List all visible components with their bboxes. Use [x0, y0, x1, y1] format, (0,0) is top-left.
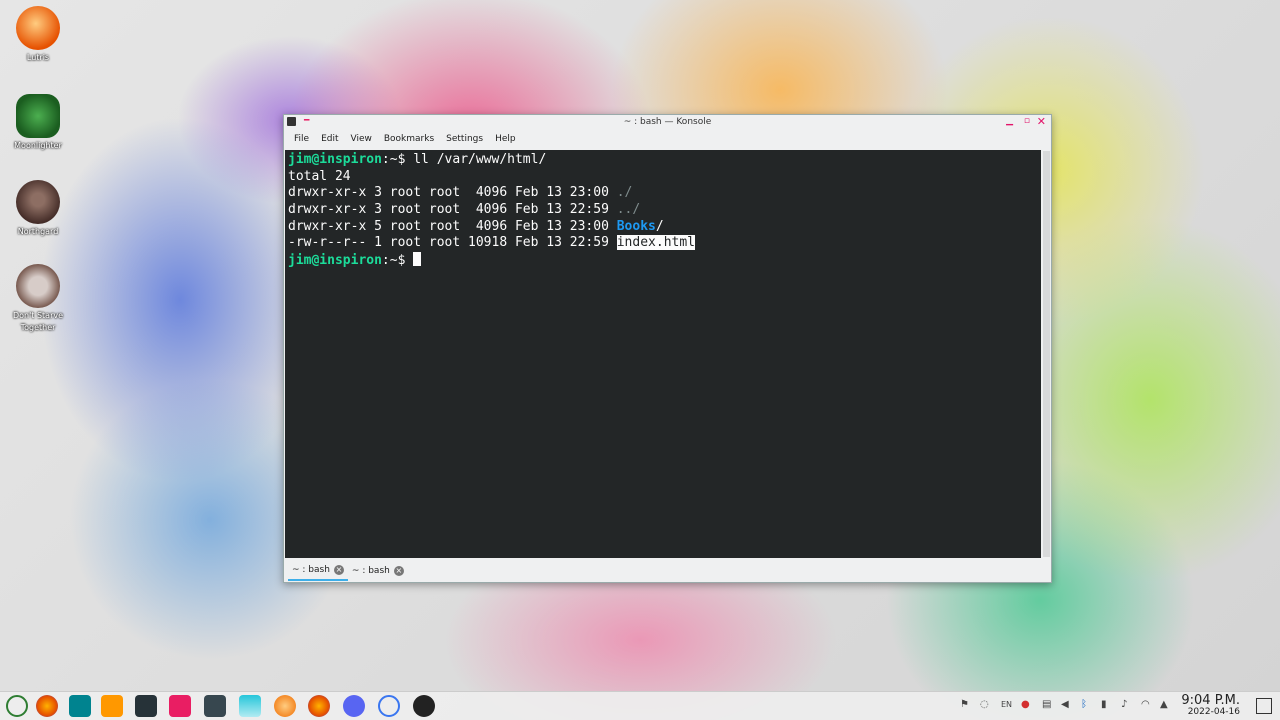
moonlighter-icon [16, 94, 60, 138]
desktop-icon-northgard[interactable]: Northgard [8, 180, 68, 238]
battery-icon[interactable]: ▮ [1101, 699, 1107, 710]
menu-help[interactable]: Help [489, 134, 522, 144]
firefox-icon[interactable] [36, 695, 58, 717]
title-bar[interactable]: ━ ~ : bash — Konsole ▁ ▫ ✕ [284, 115, 1051, 130]
clipboard-icon[interactable]: ▤ [1042, 699, 1051, 710]
tab-label: ~ : bash [351, 566, 390, 576]
tab-bar: ~ : bash × ~ : bash × [284, 560, 1055, 582]
firefox-icon[interactable] [308, 695, 330, 717]
obs-icon[interactable] [413, 695, 435, 717]
show-desktop-button[interactable] [1256, 698, 1272, 714]
desktop-icon-moonlighter[interactable]: Moonlighter [8, 94, 68, 152]
terminal-area[interactable]: jim@inspiron:~$ ll /var/www/html/ total … [285, 150, 1041, 558]
terminal-icon[interactable] [135, 695, 157, 717]
text-cursor [413, 252, 422, 267]
expand-tray-icon[interactable]: ▲ [1160, 699, 1168, 710]
terminal-line: drwxr-xr-x 3 root root 4096 Feb 13 23:00… [288, 185, 1038, 202]
command-text: ll /var/www/html/ [405, 152, 547, 167]
keyboard-layout[interactable]: EN [1001, 700, 1012, 709]
signal-icon[interactable] [378, 695, 400, 717]
menu-edit[interactable]: Edit [315, 134, 344, 144]
terminal-line: -rw-r--r-- 1 root root 10918 Feb 13 22:5… [288, 235, 1038, 252]
tab-bash-1[interactable]: ~ : bash × [288, 561, 348, 581]
notifications-icon[interactable]: ⚑ [960, 699, 969, 710]
konsole-icon[interactable] [204, 695, 226, 717]
tab-close-icon[interactable]: × [393, 566, 404, 576]
clock-date[interactable]: 2022-04-16 [1188, 707, 1240, 717]
desktop-icon-label: Don't Starve Together [12, 311, 64, 332]
terminal-line: drwxr-xr-x 3 root root 4096 Feb 13 22:59… [288, 202, 1038, 219]
entry-name-selected: index.html [616, 235, 696, 251]
maximize-icon[interactable]: ▫ [1024, 116, 1030, 126]
scrollbar[interactable] [1043, 151, 1050, 557]
volume-icon[interactable]: ◀ [1061, 699, 1069, 710]
dont-starve-together-icon [16, 264, 60, 308]
prompt-path: :~$ [381, 253, 414, 269]
minimize-icon[interactable]: ▁ [1006, 116, 1013, 126]
sublime-icon[interactable] [101, 695, 123, 717]
lutris-icon [16, 6, 60, 50]
entry-name: Books [616, 218, 656, 234]
tab-label: ~ : bash [292, 565, 330, 575]
bluetooth-icon[interactable]: ᛒ [1081, 699, 1087, 710]
window-title: ~ : bash — Konsole [623, 117, 712, 127]
entry-meta: drwxr-xr-x 3 root root 4096 Feb 13 22:59 [288, 202, 617, 218]
northgard-icon [16, 180, 60, 224]
entry-meta: drwxr-xr-x 3 root root 4096 Feb 13 23:00 [288, 185, 617, 201]
menu-file[interactable]: File [288, 134, 315, 144]
menu-settings[interactable]: Settings [440, 134, 489, 144]
files-icon[interactable] [169, 695, 191, 717]
entry-name: ../ [616, 202, 641, 218]
prompt-user: jim@inspiron [288, 253, 382, 269]
prompt-path: :~$ [381, 152, 406, 167]
menu-bar: File Edit View Bookmarks Settings Help [284, 130, 1051, 148]
discord-icon[interactable] [343, 695, 365, 717]
entry-meta: -rw-r--r-- 1 root root 10918 Feb 13 22:5… [288, 235, 617, 251]
close-icon[interactable]: ✕ [1037, 115, 1046, 128]
terminal-line: drwxr-xr-x 5 root root 4096 Feb 13 23:00… [288, 219, 1038, 236]
kdenlive-icon[interactable] [239, 695, 261, 717]
taskbar: ⚑ ◌ EN ● ▤ ◀ ᛒ ▮ ♪ ◠ ▲ 9:04 P.M. 2022-04… [0, 691, 1280, 720]
gamepad-icon[interactable]: ◌ [980, 699, 989, 710]
desktop-icon-label: Lutris [26, 53, 50, 62]
media-icon[interactable] [69, 695, 91, 717]
terminal-line: total 24 [288, 168, 351, 184]
desktop-icon-dont-starve-together[interactable]: Don't Starve Together [8, 264, 68, 334]
entry-meta: drwxr-xr-x 5 root root 4096 Feb 13 23:00 [288, 218, 617, 234]
entry-name: ./ [616, 185, 633, 201]
wifi-icon[interactable]: ◠ [1141, 699, 1150, 710]
desktop-icon-lutris[interactable]: Lutris [8, 6, 68, 64]
lutris-icon[interactable] [274, 695, 296, 717]
entry-suffix: / [655, 218, 664, 234]
menu-view[interactable]: View [345, 134, 378, 144]
konsole-window[interactable]: ━ ~ : bash — Konsole ▁ ▫ ✕ File Edit Vie… [283, 114, 1052, 583]
desktop-icon-label: Northgard [17, 227, 59, 236]
tab-close-icon[interactable]: × [333, 565, 344, 575]
app-launcher-icon[interactable] [6, 695, 28, 717]
clock-time[interactable]: 9:04 P.M. [1181, 693, 1240, 708]
microphone-icon[interactable]: ♪ [1121, 699, 1127, 710]
record-icon[interactable]: ● [1021, 699, 1030, 710]
terminal-line: jim@inspiron:~$ [288, 252, 1038, 269]
terminal-line: jim@inspiron:~$ ll /var/www/html/ [288, 152, 1038, 169]
menu-bookmarks[interactable]: Bookmarks [378, 134, 440, 144]
desktop-icon-label: Moonlighter [14, 141, 62, 150]
prompt-user: jim@inspiron [288, 152, 382, 167]
tab-bash-2[interactable]: ~ : bash × [348, 562, 408, 580]
